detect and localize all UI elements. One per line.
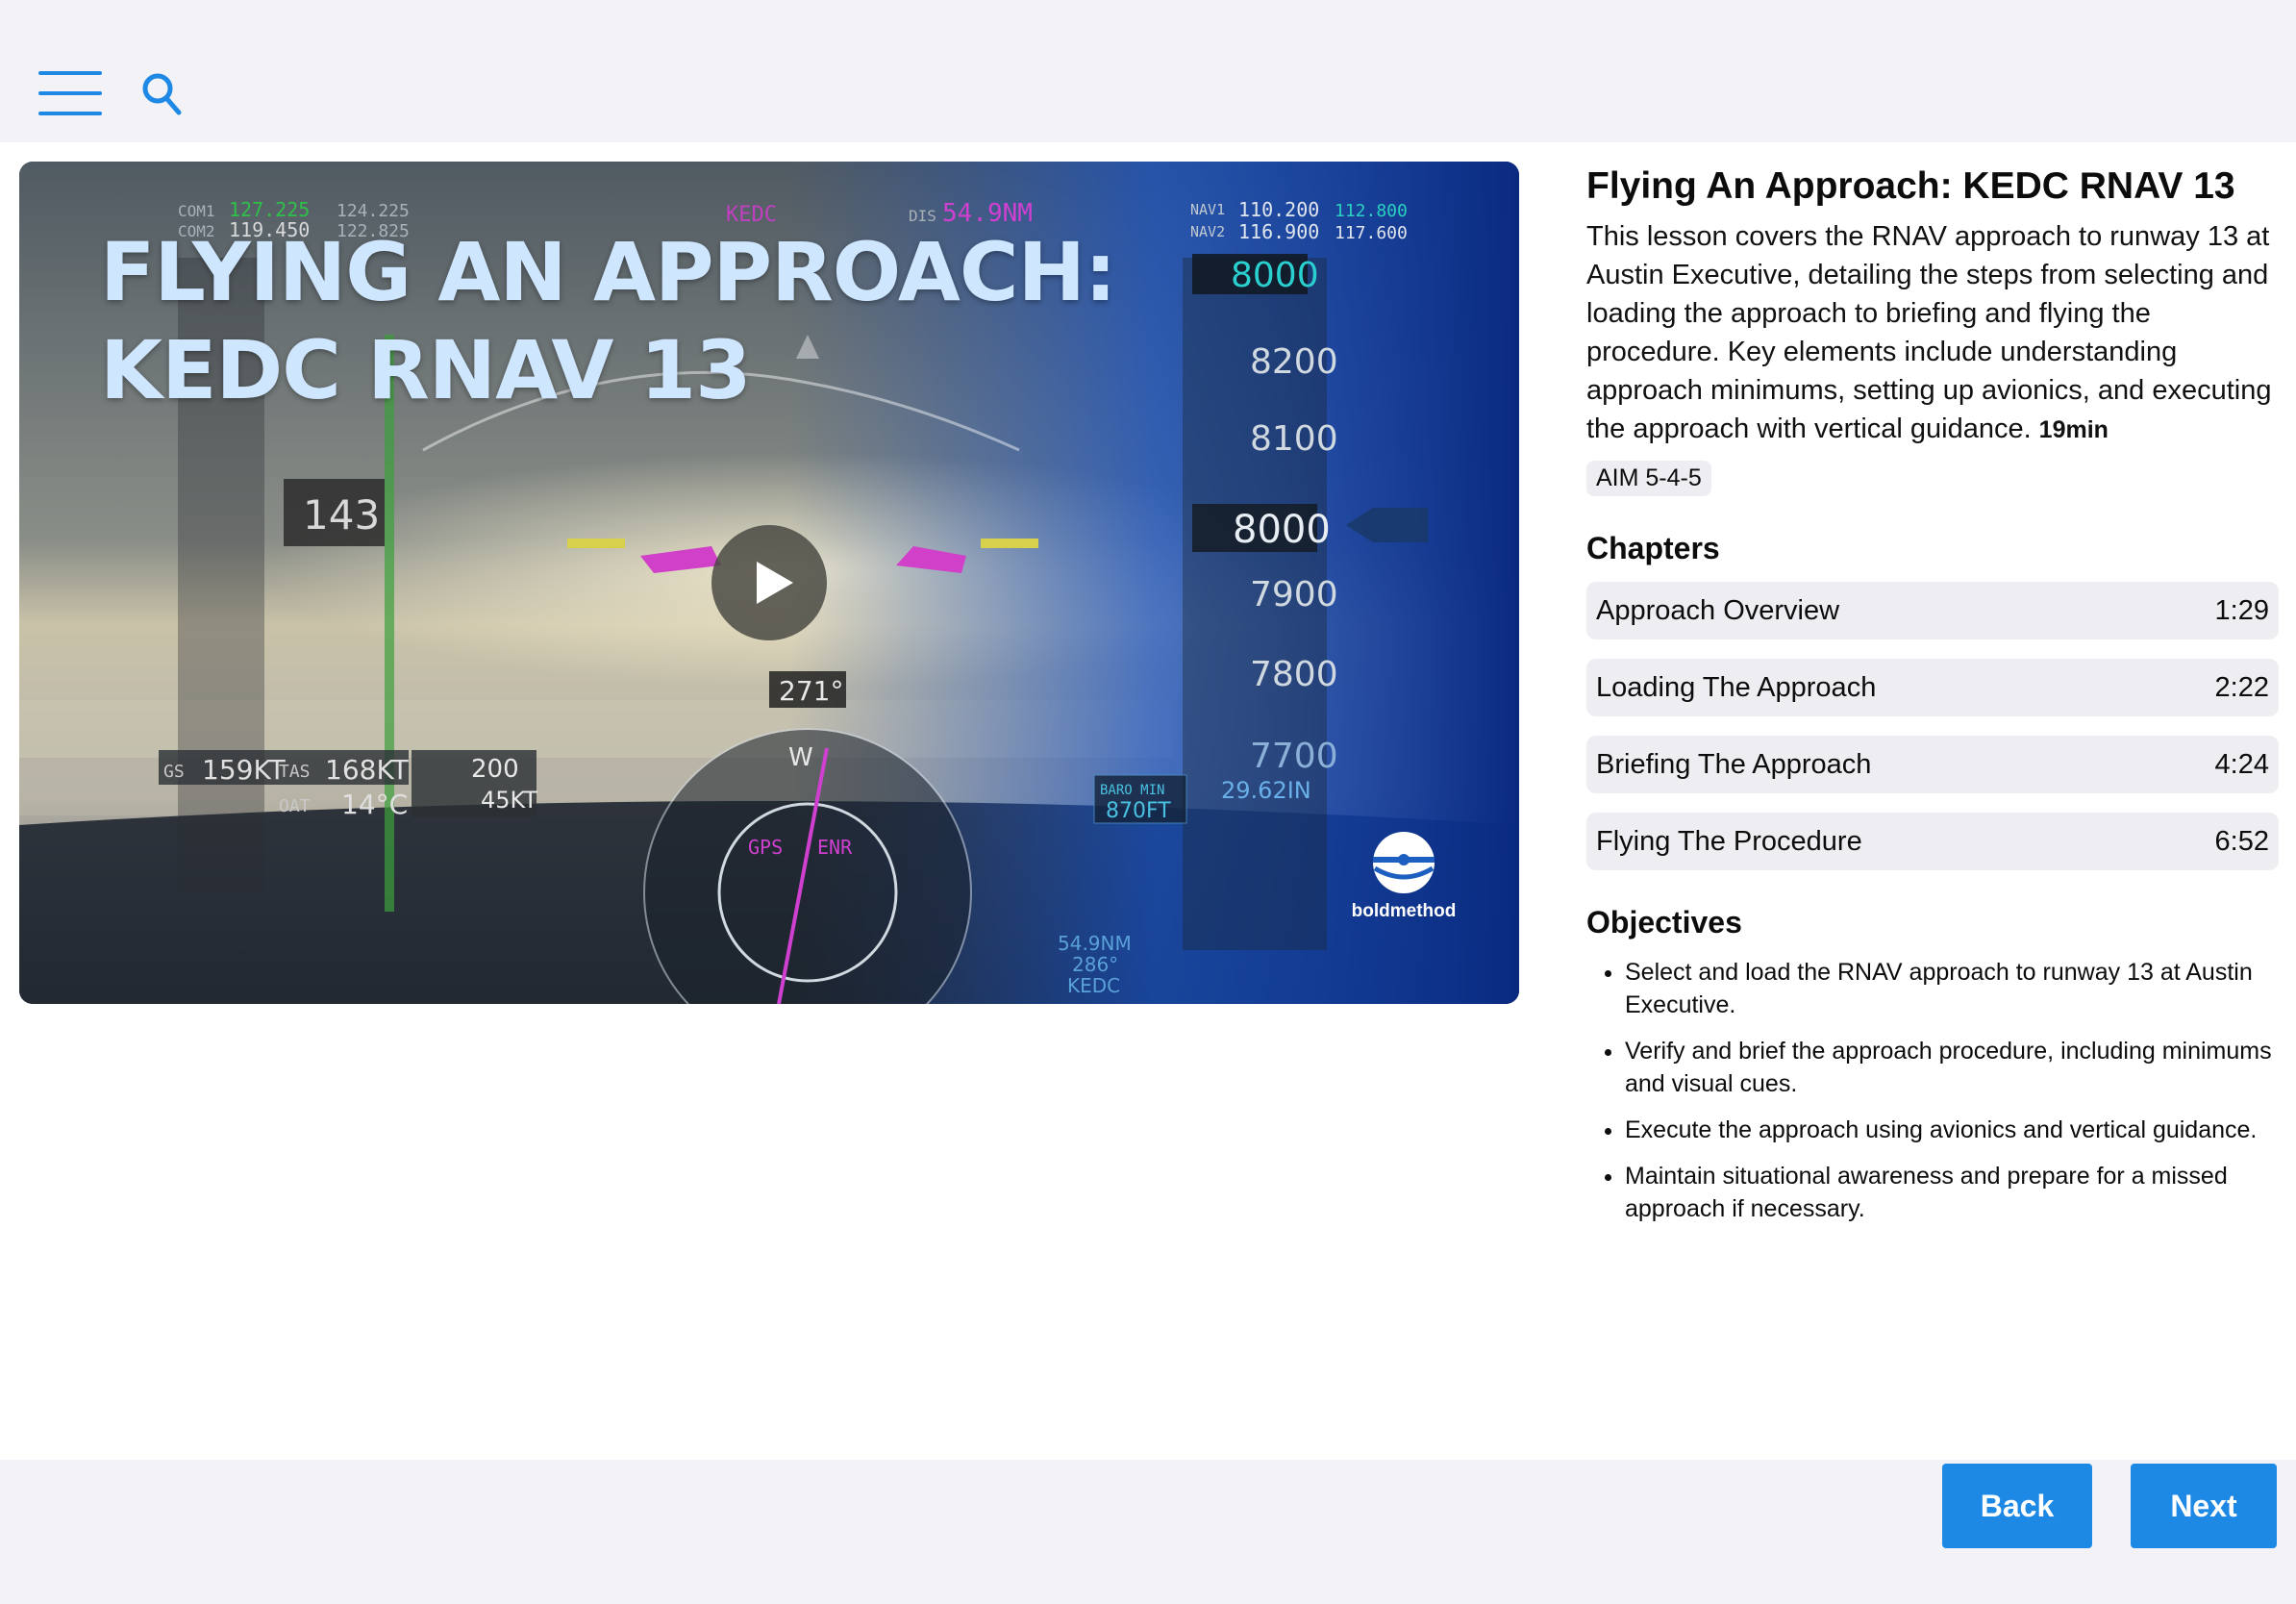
bottom-distance: 54.9NM [1058,932,1132,955]
nav1-active: 110.200 [1238,198,1319,221]
chapter-item-approach-overview[interactable]: Approach Overview 1:29 [1586,582,2279,639]
boldmethod-logo: boldmethod [1346,830,1461,926]
chapters-heading: Chapters [1586,531,1720,565]
alt-8200: 8200 [1250,342,1338,382]
bottom-waypoint: KEDC [1067,974,1120,997]
video-title-line1: FLYING AN APPROACH: [100,225,1116,319]
baro-value: 870FT [1106,799,1171,823]
video-player[interactable]: 143 8000 8200 8100 8000 7900 7800 7700 C… [19,162,1519,1004]
video-title-line2: KEDC RNAV 13 [100,323,752,417]
nav1-standby: 112.800 [1335,201,1408,221]
objective-item: Verify and brief the approach procedure,… [1625,1035,2279,1100]
play-icon [757,562,793,604]
objective-item: Select and load the RNAV approach to run… [1625,956,2279,1021]
oat-value: 14°C [341,789,408,820]
gs-value: 159KT [202,754,287,786]
chapter-title: Flying The Procedure [1596,826,1862,857]
nav1-label: NAV1 [1190,201,1225,218]
chapter-item-briefing-the-approach[interactable]: Briefing The Approach 4:24 [1586,736,2279,793]
alt-8100: 8100 [1250,419,1338,459]
video-title: FLYING AN APPROACH: KEDC RNAV 13 [100,223,1116,419]
lesson-description: This lesson covers the RNAV approach to … [1586,217,2279,449]
back-button[interactable]: Back [1942,1464,2092,1548]
lesson-title: Flying An Approach: KEDC RNAV 13 [1586,165,2235,207]
reference-badge[interactable]: AIM 5-4-5 [1586,461,1711,496]
play-button[interactable] [711,525,827,640]
wind-speed: 45KT [481,787,537,814]
lesson-panel: Flying An Approach: KEDC RNAV 13 This le… [1586,162,2279,1239]
alt-7900: 7900 [1250,575,1338,614]
baro-label: BARO MIN [1100,783,1164,798]
search-icon[interactable] [140,71,185,117]
chapter-time: 6:52 [2214,826,2269,857]
nav2-active: 116.900 [1238,220,1319,243]
alt-selected: 8000 [1231,256,1319,295]
lesson-description-text: This lesson covers the RNAV approach to … [1586,221,2272,444]
speed-readout: 143 [303,491,380,539]
alt-7700: 7700 [1250,737,1338,776]
oat-label: OAT [279,796,311,816]
chapter-time: 2:22 [2214,672,2269,703]
chapter-time: 4:24 [2214,749,2269,780]
objective-item: Execute the approach using avionics and … [1625,1114,2279,1146]
objectives-list: Select and load the RNAV approach to run… [1586,956,2279,1225]
chapter-title: Approach Overview [1596,595,1840,626]
chapter-time: 1:29 [2214,595,2269,626]
gps-label: GPS [748,836,783,859]
brand-name: boldmethod [1351,901,1457,921]
lesson-duration: 19min [2038,416,2109,443]
com1-standby: 124.225 [337,201,410,221]
next-button[interactable]: Next [2131,1464,2277,1548]
alt-current: 8000 [1233,508,1331,552]
gs-label: GS [163,762,185,782]
objectives-heading: Objectives [1586,905,1742,940]
chapter-title: Loading The Approach [1596,672,1877,703]
chapter-item-loading-the-approach[interactable]: Loading The Approach 2:22 [1586,659,2279,716]
com1-label: COM1 [178,202,215,220]
bottom-course: 286° [1072,953,1118,976]
heading-readout: 271° [779,675,843,707]
tas-value: 168KT [325,754,410,786]
alt-7800: 7800 [1250,655,1338,694]
enr-label: ENR [817,836,853,859]
altimeter-setting: 29.62IN [1221,777,1311,804]
chapter-item-flying-the-procedure[interactable]: Flying The Procedure 6:52 [1586,813,2279,870]
wind-direction: 200 [471,755,519,784]
top-bar [0,0,2296,142]
compass-w-label: W [788,743,813,772]
tas-label: TAS [279,762,311,782]
chapter-list: Approach Overview 1:29 Loading The Appro… [1586,582,2279,870]
logo-icon [1373,832,1435,893]
nav2-label: NAV2 [1190,223,1225,240]
hamburger-icon[interactable] [38,71,102,115]
nav2-standby: 117.600 [1335,223,1408,243]
objective-item: Maintain situational awareness and prepa… [1625,1160,2279,1225]
chapter-title: Briefing The Approach [1596,749,1872,780]
